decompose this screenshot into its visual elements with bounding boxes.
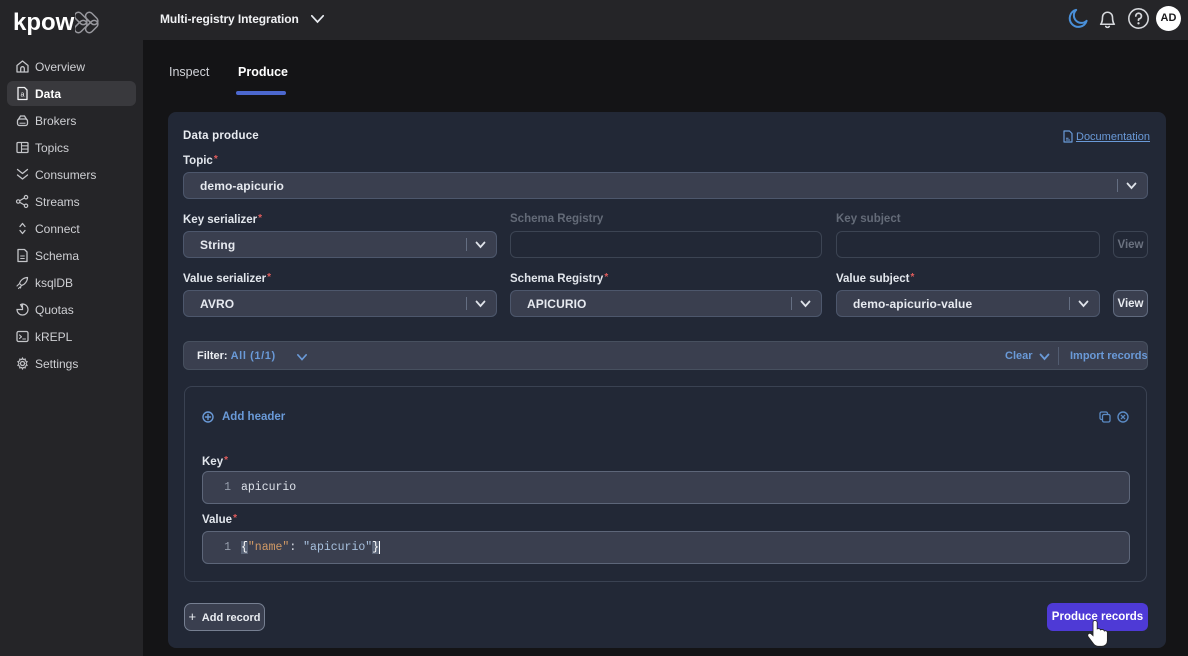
svg-text:a: a [21,92,25,99]
